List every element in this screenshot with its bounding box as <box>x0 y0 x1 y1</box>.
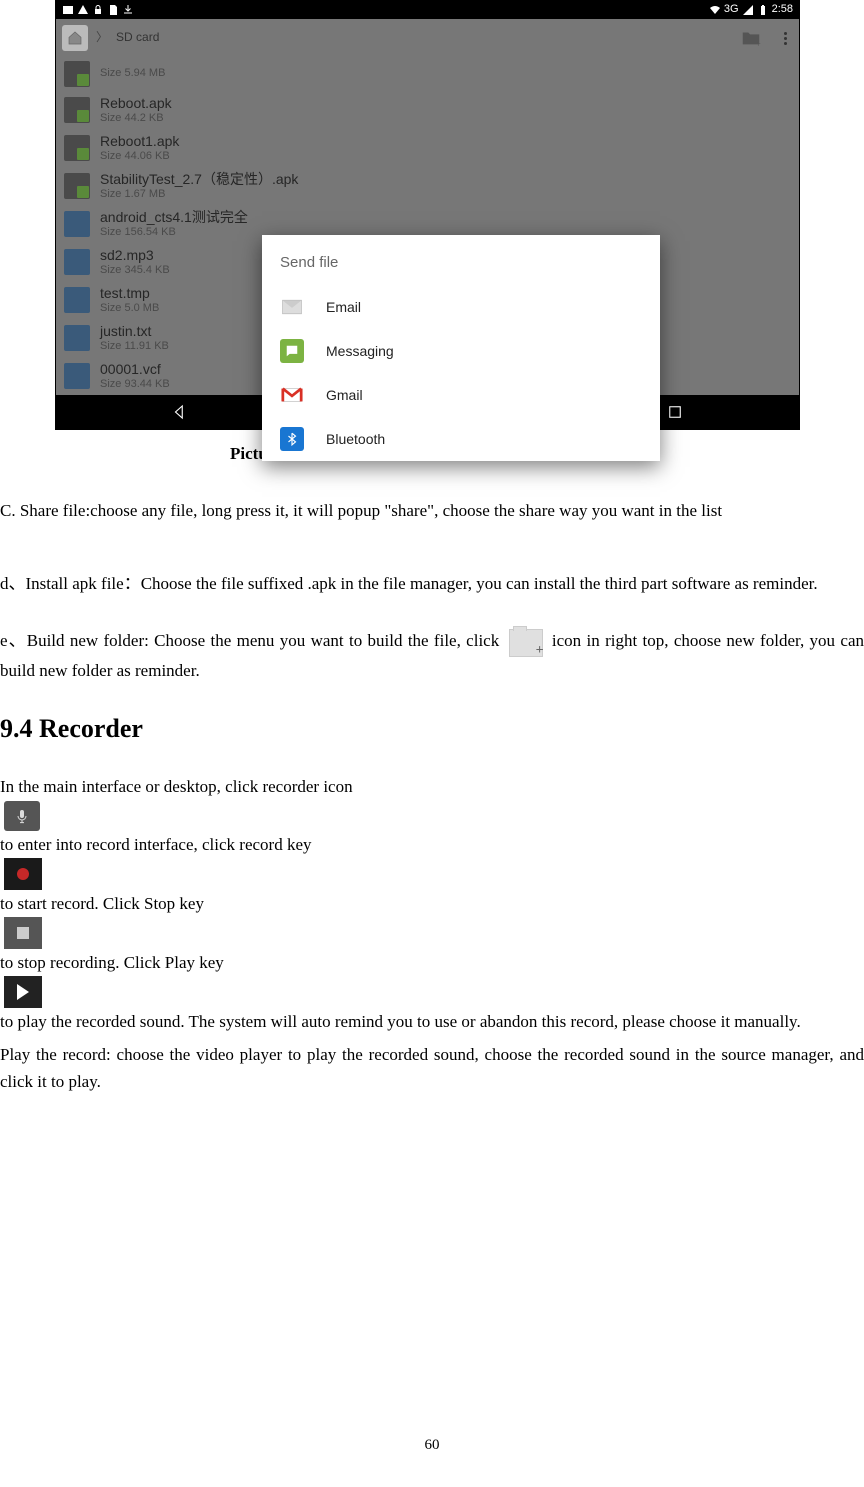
dialog-item-label: Gmail <box>326 384 363 406</box>
back-icon[interactable] <box>171 403 189 421</box>
paragraph-e: e、Build new folder: Choose the menu you … <box>0 627 864 683</box>
bluetooth-icon <box>280 427 304 451</box>
dialog-item-email[interactable]: Email <box>262 285 660 329</box>
file-size: Size 5.94 MB <box>100 67 165 80</box>
apk-icon <box>64 173 90 199</box>
list-item[interactable]: Reboot.apk Size 44.2 KB <box>56 91 799 129</box>
mic-icon <box>4 801 40 831</box>
file-icon <box>64 249 90 275</box>
file-name: StabilityTest_2.7（稳定性）.apk <box>100 171 298 188</box>
paragraph-c: C. Share file:choose any file, long pres… <box>0 497 864 524</box>
recorder-paragraph-2: Play the record: choose the video player… <box>0 1041 864 1095</box>
file-size: Size 1.67 MB <box>100 188 298 201</box>
file-size: Size 93.44 KB <box>100 378 170 391</box>
page-number: 60 <box>0 1433 864 1457</box>
dialog-title: Send file <box>262 235 660 285</box>
download-icon <box>122 4 134 16</box>
clock-label: 2:58 <box>772 1 793 19</box>
list-item[interactable]: Size 5.94 MB <box>56 57 799 91</box>
gmail-icon <box>280 383 304 407</box>
email-icon <box>280 295 304 319</box>
section-title: 9.4 Recorder <box>0 708 864 750</box>
status-icon <box>62 4 74 16</box>
file-list: Size 5.94 MB Reboot.apk Size 44.2 KB Reb… <box>56 57 799 395</box>
recorder-paragraph-1: In the main interface or desktop, click … <box>0 773 864 1035</box>
lock-icon <box>92 4 104 16</box>
battery-icon <box>757 4 769 16</box>
file-name: android_cts4.1测试完全 <box>100 209 248 226</box>
play-icon <box>4 976 42 1008</box>
file-size: Size 156.54 KB <box>100 226 248 239</box>
dialog-item-label: Email <box>326 296 361 318</box>
dialog-item-messaging[interactable]: Messaging <box>262 329 660 373</box>
record-icon <box>4 858 42 890</box>
android-screenshot: 3G 2:58 〉 SD card + Size 5.94 MB <box>55 0 800 430</box>
home-icon[interactable] <box>62 25 88 51</box>
app-bar: 〉 SD card + <box>56 19 799 57</box>
file-name: test.tmp <box>100 285 159 302</box>
file-size: Size 44.2 KB <box>100 112 172 125</box>
apk-icon <box>64 97 90 123</box>
status-bar: 3G 2:58 <box>56 1 799 19</box>
dialog-item-label: Bluetooth <box>326 428 385 450</box>
overflow-menu-icon[interactable] <box>784 32 787 45</box>
file-icon <box>64 287 90 313</box>
file-name: Reboot1.apk <box>100 133 179 150</box>
network-label: 3G <box>724 1 739 19</box>
wifi-icon <box>709 4 721 16</box>
file-icon <box>64 325 90 351</box>
sd-icon <box>107 4 119 16</box>
dialog-item-bluetooth[interactable]: Bluetooth <box>262 417 660 461</box>
file-name: justin.txt <box>100 323 169 340</box>
folder-plus-icon: + <box>509 629 543 657</box>
new-folder-icon[interactable]: + <box>740 27 762 49</box>
apk-icon <box>64 135 90 161</box>
send-file-dialog: Send file Email Messaging <box>262 235 660 461</box>
warning-icon <box>77 4 89 16</box>
messaging-icon <box>280 339 304 363</box>
file-size: Size 345.4 KB <box>100 264 170 277</box>
chevron-right-icon: 〉 <box>96 28 108 47</box>
file-size: Size 11.91 KB <box>100 340 169 353</box>
stop-icon <box>4 917 42 949</box>
dialog-item-label: Messaging <box>326 340 394 362</box>
file-name: sd2.mp3 <box>100 247 170 264</box>
file-size: Size 5.0 MB <box>100 302 159 315</box>
recents-icon[interactable] <box>666 403 684 421</box>
file-icon <box>64 211 90 237</box>
paragraph-d: d、Install apk file：Choose the file suffi… <box>0 570 864 597</box>
file-name: 00001.vcf <box>100 361 170 378</box>
svg-text:+: + <box>756 39 761 49</box>
dialog-item-gmail[interactable]: Gmail <box>262 373 660 417</box>
list-item[interactable]: Reboot1.apk Size 44.06 KB <box>56 129 799 167</box>
file-name: Reboot.apk <box>100 95 172 112</box>
breadcrumb[interactable]: SD card <box>116 28 159 47</box>
signal-icon <box>742 4 754 16</box>
file-size: Size 44.06 KB <box>100 150 179 163</box>
file-icon <box>64 363 90 389</box>
apk-icon <box>64 61 90 87</box>
list-item[interactable]: StabilityTest_2.7（稳定性）.apk Size 1.67 MB <box>56 167 799 205</box>
